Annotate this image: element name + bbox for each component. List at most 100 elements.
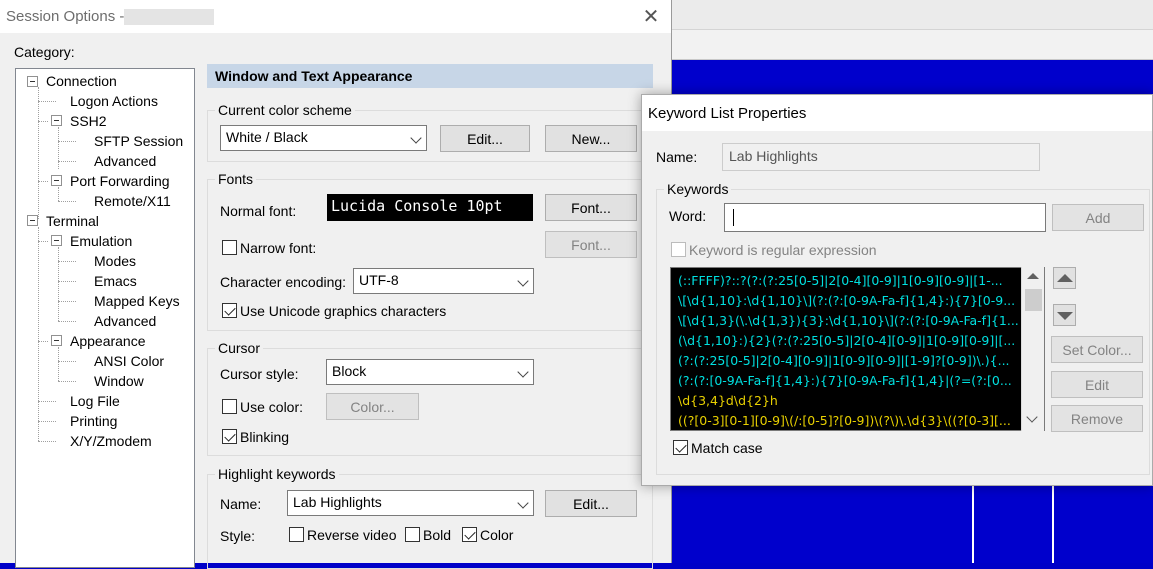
- style-label: Style:: [220, 528, 256, 544]
- chevron-down-icon: [517, 497, 529, 509]
- color-scheme-edit-button[interactable]: Edit...: [440, 125, 530, 152]
- keyword-item[interactable]: ((?[0-3][0-1][0-9]\(/:[0-5]?[0-9])\(?\)\…: [678, 413, 1011, 428]
- collapse-icon[interactable]: [51, 175, 62, 186]
- chevron-down-icon: [410, 132, 422, 144]
- narrow-font-button[interactable]: Font...: [545, 231, 637, 258]
- cursor-color-button[interactable]: Color...: [326, 393, 419, 420]
- blinking-checkbox[interactable]: [222, 429, 237, 444]
- set-color-button[interactable]: Set Color...: [1051, 336, 1143, 363]
- tree-item-log-file[interactable]: Log File: [70, 393, 120, 409]
- tree-item-terminal[interactable]: Terminal: [46, 213, 99, 229]
- section-title: Window and Text Appearance: [207, 64, 653, 88]
- keyword-titlebar: Keyword List Properties: [642, 95, 1152, 131]
- reverse-video-checkbox[interactable]: [289, 527, 304, 542]
- keyword-item[interactable]: (::FFFF)?::?(?:(?:25[0-5]|2[0-4][0-9]|1[…: [678, 273, 1003, 288]
- blinking-label: Blinking: [240, 429, 290, 445]
- kw-name-field[interactable]: Lab Highlights: [722, 143, 1040, 171]
- keyword-item[interactable]: (?:(?:25[0-5]|2[0-4][0-9]|1[0-9][0-9]|[1…: [678, 353, 1010, 368]
- remove-keyword-button[interactable]: Remove: [1051, 405, 1143, 432]
- collapse-icon[interactable]: [27, 215, 38, 226]
- edit-keyword-button[interactable]: Edit: [1051, 371, 1143, 398]
- tree-item-ansi-color[interactable]: ANSI Color: [94, 353, 164, 369]
- fonts-group-label: Fonts: [215, 171, 257, 187]
- tree-item-mapped-keys[interactable]: Mapped Keys: [94, 293, 180, 309]
- bold-checkbox[interactable]: [405, 527, 420, 542]
- tree-item-window[interactable]: Window: [94, 373, 144, 389]
- tree-item-sftp-session[interactable]: SFTP Session: [94, 133, 183, 149]
- encoding-value: UTF-8: [359, 272, 399, 288]
- collapse-icon[interactable]: [51, 115, 62, 126]
- tree-item-ssh2[interactable]: SSH2: [70, 113, 107, 129]
- move-down-icon: [1057, 312, 1073, 320]
- session-title: Session Options -: [6, 8, 125, 25]
- collapse-icon[interactable]: [51, 335, 62, 346]
- tree-item-xyzmodem[interactable]: X/Y/Zmodem: [70, 433, 152, 449]
- tree-item-remote-x11[interactable]: Remote/X11: [94, 193, 171, 209]
- kw-name-label: Name:: [656, 149, 698, 165]
- unicode-graphics-checkbox[interactable]: [222, 303, 237, 318]
- word-input[interactable]: [724, 203, 1046, 232]
- narrow-font-label: Narrow font:: [240, 240, 317, 256]
- color-checkbox[interactable]: [462, 527, 477, 542]
- redacted-session-name: [124, 9, 214, 25]
- move-up-icon: [1057, 274, 1073, 282]
- cursor-style-select[interactable]: Block: [326, 359, 534, 385]
- tree-item-advanced-terminal[interactable]: Advanced: [94, 313, 156, 329]
- terminal-divider: [1052, 485, 1054, 563]
- close-icon[interactable]: ✕: [642, 7, 660, 27]
- bold-label: Bold: [423, 527, 452, 543]
- tree-item-connection[interactable]: Connection: [46, 73, 117, 89]
- color-scheme-new-button[interactable]: New...: [545, 125, 637, 152]
- narrow-font-checkbox[interactable]: [222, 240, 237, 255]
- match-case-label: Match case: [691, 440, 763, 456]
- collapse-icon[interactable]: [27, 76, 38, 87]
- collapse-icon[interactable]: [51, 235, 62, 246]
- category-tree[interactable]: Connection Logon Actions SSH2 SFTP Sessi…: [15, 68, 195, 568]
- keywords-group-label: Keywords: [664, 181, 732, 197]
- highlight-name-select[interactable]: Lab Highlights: [287, 490, 534, 516]
- keyword-list[interactable]: (::FFFF)?::?(?:(?:25[0-5]|2[0-4][0-9]|1[…: [670, 267, 1045, 431]
- keyword-list-scrollbar[interactable]: [1021, 267, 1044, 431]
- tree-item-logon-actions[interactable]: Logon Actions: [70, 93, 158, 109]
- word-label: Word:: [669, 208, 707, 224]
- encoding-select[interactable]: UTF-8: [353, 268, 534, 294]
- background-window-toolbar: [672, 0, 1153, 60]
- scroll-down-icon[interactable]: [1026, 411, 1038, 423]
- move-up-button[interactable]: [1053, 267, 1076, 289]
- tree-item-advanced[interactable]: Advanced: [94, 153, 156, 169]
- chevron-down-icon: [517, 275, 529, 287]
- keyword-list-dialog: Keyword List Properties Name: Lab Highli…: [641, 94, 1153, 486]
- add-keyword-button[interactable]: Add: [1052, 204, 1144, 231]
- tree-item-modes[interactable]: Modes: [94, 253, 136, 269]
- tree-item-emulation[interactable]: Emulation: [70, 233, 132, 249]
- highlight-name-label: Name:: [220, 496, 262, 512]
- scroll-up-icon[interactable]: [1027, 273, 1039, 279]
- use-color-checkbox[interactable]: [222, 399, 237, 414]
- match-case-checkbox[interactable]: [673, 440, 688, 455]
- normal-font-label: Normal font:: [220, 203, 297, 219]
- cursor-style-label: Cursor style:: [220, 366, 299, 382]
- cursor-style-value: Block: [332, 363, 367, 379]
- keyword-item[interactable]: \d{3,4}d\d{2}h: [678, 393, 778, 408]
- keyword-item[interactable]: (?:(?:[0-9A-Fa-f]{1,4}:){7}[0-9A-Fa-f]{1…: [678, 373, 1012, 388]
- keyword-item[interactable]: \[\d{1,3}(\.\d{1,3}){3}:\d{1,10}\](?:(?:…: [678, 313, 1019, 328]
- keyword-item[interactable]: \[\d{1,10}:\d{1,10}\](?:(?:[0-9A-Fa-f]{1…: [678, 293, 1015, 308]
- tree-item-printing[interactable]: Printing: [70, 413, 117, 429]
- unicode-graphics-label: Use Unicode graphics characters: [240, 303, 447, 319]
- highlight-name-value: Lab Highlights: [293, 494, 382, 510]
- move-down-button[interactable]: [1053, 304, 1076, 326]
- normal-font-button[interactable]: Font...: [545, 194, 637, 221]
- text-caret: [733, 209, 734, 226]
- keyword-dialog-title: Keyword List Properties: [648, 105, 807, 122]
- keyword-item[interactable]: (\d{1,10}:){2}(?:(?:25[0-5]|2[0-4][0-9]|…: [678, 333, 1015, 348]
- encoding-label: Character encoding:: [220, 274, 347, 290]
- regex-checkbox[interactable]: [671, 242, 686, 257]
- tree-item-port-forwarding[interactable]: Port Forwarding: [70, 173, 170, 189]
- terminal-divider: [972, 485, 974, 563]
- color-scheme-select[interactable]: White / Black: [220, 125, 427, 151]
- regex-label: Keyword is regular expression: [689, 242, 877, 258]
- highlight-edit-button[interactable]: Edit...: [545, 490, 637, 517]
- tree-item-appearance[interactable]: Appearance: [70, 333, 146, 349]
- scroll-thumb[interactable]: [1025, 289, 1042, 311]
- tree-item-emacs[interactable]: Emacs: [94, 273, 137, 289]
